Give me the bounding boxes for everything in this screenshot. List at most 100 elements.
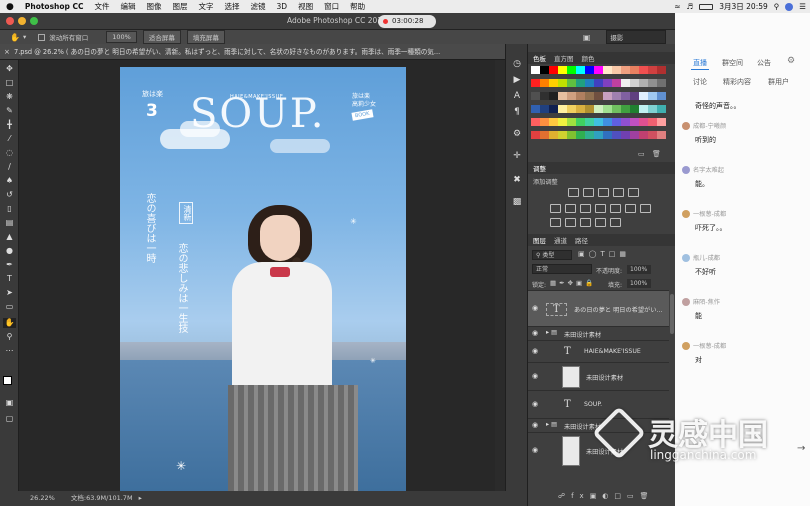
- menu-edit[interactable]: 编辑: [121, 1, 136, 12]
- color-swatch[interactable]: [531, 79, 540, 87]
- color-swatch[interactable]: [540, 118, 549, 126]
- move-tool-icon[interactable]: ✥: [3, 64, 16, 74]
- screen-mode-icon[interactable]: ▢: [3, 414, 16, 424]
- color-swatch[interactable]: [567, 131, 576, 139]
- color-swatch[interactable]: [612, 131, 621, 139]
- color-swatch[interactable]: [612, 66, 621, 74]
- fill-screen-button[interactable]: 填充屏幕: [186, 30, 225, 44]
- color-swatch[interactable]: [657, 131, 666, 139]
- layer-row[interactable]: ◉ T あの日の夢と 明日の希望がい...: [528, 290, 669, 326]
- menu-filter[interactable]: 滤镜: [251, 1, 266, 12]
- layer-visibility-eye-icon[interactable]: ◉: [532, 400, 538, 408]
- color-swatch[interactable]: [567, 66, 576, 74]
- status-arrow-icon[interactable]: ▸: [139, 494, 142, 502]
- menu-type[interactable]: 文字: [199, 1, 214, 12]
- menu-window[interactable]: 窗口: [324, 1, 339, 12]
- color-swatch[interactable]: [612, 118, 621, 126]
- menu-file[interactable]: 文件: [95, 1, 110, 12]
- brush-tool-icon[interactable]: ∕: [3, 162, 16, 172]
- color-swatch[interactable]: [621, 131, 630, 139]
- color-balance-icon[interactable]: [565, 204, 576, 213]
- color-swatch[interactable]: [648, 92, 657, 100]
- color-swatch[interactable]: [594, 131, 603, 139]
- lasso-tool-icon[interactable]: ❋: [3, 92, 16, 102]
- zoom-100-button[interactable]: 100%: [106, 31, 137, 43]
- color-swatch[interactable]: [549, 105, 558, 113]
- color-swatch[interactable]: [648, 66, 657, 74]
- color-swatch[interactable]: [576, 131, 585, 139]
- fit-screen-button[interactable]: 适合屏幕: [142, 30, 181, 44]
- color-swatch[interactable]: [639, 131, 648, 139]
- color-swatch[interactable]: [621, 79, 630, 87]
- layer-row[interactable]: ◉ T HAIE&MAKE'ISSUE: [528, 340, 669, 362]
- layer-visibility-eye-icon[interactable]: ◉: [532, 347, 538, 355]
- group-folder-icon[interactable]: ▸ ▤: [546, 329, 557, 336]
- color-swatch[interactable]: [585, 118, 594, 126]
- siri-icon[interactable]: [785, 2, 794, 11]
- more-tools-icon[interactable]: ⋯: [3, 346, 16, 356]
- healing-brush-tool-icon[interactable]: ◌: [3, 148, 16, 158]
- color-swatch[interactable]: [657, 66, 666, 74]
- foreground-color-swatch[interactable]: [3, 376, 12, 385]
- color-swatch[interactable]: [576, 118, 585, 126]
- tab-layers[interactable]: 图层: [533, 235, 546, 245]
- color-swatch[interactable]: [621, 105, 630, 113]
- type-tool-icon[interactable]: T: [3, 274, 16, 284]
- color-swatch[interactable]: [594, 92, 603, 100]
- avatar[interactable]: [682, 210, 690, 218]
- quick-select-tool-icon[interactable]: ✎: [3, 106, 16, 116]
- tool-presets-icon[interactable]: ✖: [511, 174, 523, 186]
- levels-icon[interactable]: [583, 188, 594, 197]
- color-swatch[interactable]: [558, 92, 567, 100]
- layer-visibility-eye-icon[interactable]: ◉: [532, 329, 538, 337]
- workspace-select[interactable]: 摄影: [606, 30, 667, 44]
- chat-tab-group-space[interactable]: 群空间: [722, 58, 743, 68]
- status-zoom[interactable]: 26.22%: [30, 494, 55, 502]
- avatar[interactable]: [682, 298, 690, 306]
- menu-app-name[interactable]: Photoshop CC: [25, 2, 84, 11]
- crop-tool-icon[interactable]: ╋: [3, 120, 16, 130]
- list-icon[interactable]: ☰: [799, 2, 806, 11]
- tool-preset-caret-icon[interactable]: ▾: [23, 33, 26, 41]
- layer-visibility-eye-icon[interactable]: ◉: [532, 421, 538, 429]
- chat-username[interactable]: 麻陌-焦作: [693, 299, 720, 306]
- color-swatch[interactable]: [612, 79, 621, 87]
- color-swatch[interactable]: [594, 79, 603, 87]
- color-swatch[interactable]: [639, 118, 648, 126]
- color-swatch[interactable]: [585, 105, 594, 113]
- layer-row[interactable]: ◉ 未田设计素材: [528, 362, 669, 390]
- color-swatch[interactable]: [585, 131, 594, 139]
- color-swatch[interactable]: [630, 118, 639, 126]
- actions-panel-icon[interactable]: ▶: [511, 74, 523, 86]
- new-swatch-icon[interactable]: ▭: [638, 150, 645, 158]
- chat-subtab-members[interactable]: 群用户: [768, 77, 789, 87]
- color-swatch[interactable]: [639, 92, 648, 100]
- color-swatch[interactable]: [657, 92, 666, 100]
- color-swatch[interactable]: [639, 79, 648, 87]
- hue-saturation-icon[interactable]: [550, 204, 561, 213]
- color-swatch[interactable]: [531, 105, 540, 113]
- fill-value[interactable]: 100%: [627, 279, 651, 288]
- zoom-button[interactable]: [30, 17, 38, 25]
- chat-subtab-highlights[interactable]: 精彩内容: [723, 77, 751, 87]
- tab-close-icon[interactable]: ×: [4, 44, 10, 59]
- scroll-all-checkbox[interactable]: [38, 33, 46, 41]
- search-icon[interactable]: ⚲: [774, 2, 780, 11]
- tab-channels[interactable]: 通道: [554, 235, 567, 245]
- rectangle-tool-icon[interactable]: ▭: [3, 302, 16, 312]
- color-swatch[interactable]: [630, 92, 639, 100]
- color-swatch[interactable]: [549, 118, 558, 126]
- color-swatch[interactable]: [603, 131, 612, 139]
- color-swatch[interactable]: [558, 79, 567, 87]
- workspace-switcher-icon[interactable]: ▣: [583, 33, 591, 42]
- properties-panel-icon[interactable]: ⚙: [511, 128, 523, 140]
- brightness-contrast-icon[interactable]: [568, 188, 579, 197]
- color-swatch[interactable]: [540, 92, 549, 100]
- color-swatch[interactable]: [648, 131, 657, 139]
- avatar[interactable]: [682, 122, 690, 130]
- tab-paths[interactable]: 路径: [575, 235, 588, 245]
- posterize-icon[interactable]: [550, 218, 561, 227]
- color-swatch[interactable]: [603, 105, 612, 113]
- color-swatch[interactable]: [612, 92, 621, 100]
- color-swatch[interactable]: [630, 66, 639, 74]
